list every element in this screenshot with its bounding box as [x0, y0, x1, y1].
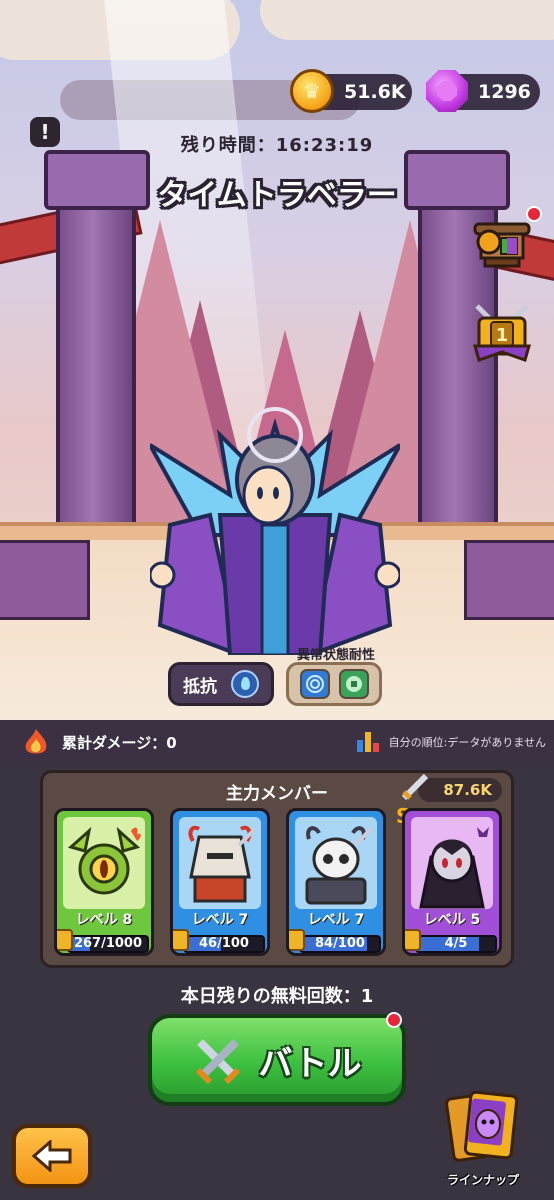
free-attempts-text: 本日残りの無料回数：1	[180, 986, 374, 1007]
crossed-swords-icon	[196, 1039, 241, 1085]
member-progress: 84/100	[315, 936, 365, 951]
damage-label: 累計ダメージ：0	[62, 732, 177, 753]
shop-button[interactable]	[470, 206, 542, 276]
rank-status: 自分の順位:データがありません	[388, 736, 546, 749]
member-progress-bar: 46/100	[183, 935, 265, 953]
member-progress-bar: 4/5	[415, 935, 497, 953]
notification-dot	[526, 206, 542, 222]
left-pillar	[56, 200, 136, 530]
puzzle-piece-icon	[289, 929, 305, 951]
status-resist-badge[interactable]	[286, 662, 382, 706]
vampire-portrait	[411, 817, 493, 909]
gem-counter[interactable]: 1296	[426, 70, 540, 112]
cloud	[260, 0, 554, 40]
shop-stall-icon	[473, 222, 531, 268]
lineup-label: ラインナップ	[446, 1173, 519, 1187]
member-level: レベル 7	[307, 912, 365, 928]
member-progress: 46/100	[199, 936, 249, 951]
time-traveler-boss[interactable]	[150, 405, 400, 655]
fire-icon	[25, 729, 47, 754]
ranking-chest-button[interactable]: 1	[470, 300, 534, 364]
gem-amount: 1296	[478, 81, 531, 103]
puzzle-piece-icon	[405, 929, 421, 951]
team-member-card-2[interactable]: レベル 7 46/100	[170, 808, 270, 956]
member-progress-bar: 84/100	[299, 935, 381, 953]
resist-badge[interactable]: 抵抗	[168, 662, 274, 706]
card-deck-icon	[445, 1090, 519, 1162]
member-progress: 267/1000	[73, 936, 143, 951]
timer-value: 16:23:19	[275, 135, 374, 156]
rune-icon	[338, 669, 369, 699]
timer-label: 残り時間：	[180, 135, 276, 156]
svg-text:1: 1	[496, 325, 509, 346]
team-member-card-3[interactable]: レベル 7 84/100	[286, 808, 386, 956]
puzzle-piece-icon	[173, 929, 189, 951]
back-arrow-icon	[32, 1140, 72, 1172]
sword-icon	[401, 773, 429, 801]
coin-amount: 51.6K	[344, 81, 406, 103]
team-member-card-1[interactable]: レベル 8 267/1000	[54, 808, 154, 956]
right-stairs	[464, 540, 554, 620]
ranking-chart-icon[interactable]	[355, 730, 381, 754]
red-knight-portrait	[179, 817, 261, 909]
coin-counter[interactable]: ♛ 51.6K	[290, 69, 412, 113]
crown-coin-icon: ♛	[290, 69, 334, 113]
member-progress-bar: 267/1000	[67, 935, 149, 953]
water-drop-icon	[231, 670, 259, 698]
battle-button[interactable]: バトル	[148, 1012, 406, 1106]
puzzle-piece-icon	[57, 929, 73, 951]
member-progress: 4/5	[444, 936, 468, 951]
trophy-chest-icon: 1	[473, 304, 531, 362]
member-level: レベル 7	[191, 912, 249, 928]
notification-dot	[386, 1012, 402, 1028]
eye-dragon-portrait	[63, 817, 145, 909]
team-member-card-4[interactable]: レベル 5 4/5	[402, 808, 502, 956]
member-level: レベル 8	[75, 912, 133, 928]
damage-label-text: 累計ダメージ：	[62, 733, 167, 752]
skeleton-knight-portrait	[295, 817, 377, 909]
battle-label: バトル	[258, 1043, 362, 1084]
resist-label: 抵抗	[183, 676, 217, 697]
swirl-icon	[299, 669, 330, 699]
left-stairs	[0, 540, 90, 620]
boss-name: タイムトラベラー	[157, 178, 397, 213]
status-resist-label: 異常状態耐性	[296, 648, 375, 663]
back-button[interactable]	[12, 1124, 92, 1188]
cumulative-damage-bar: 累計ダメージ：0 自分の順位:データがありません	[0, 720, 554, 764]
lineup-button[interactable]: ラインナップ	[440, 1090, 526, 1188]
damage-value: 0	[166, 733, 177, 752]
event-timer: 残り時間：16:23:19	[0, 131, 554, 157]
member-level: レベル 5	[423, 912, 481, 928]
